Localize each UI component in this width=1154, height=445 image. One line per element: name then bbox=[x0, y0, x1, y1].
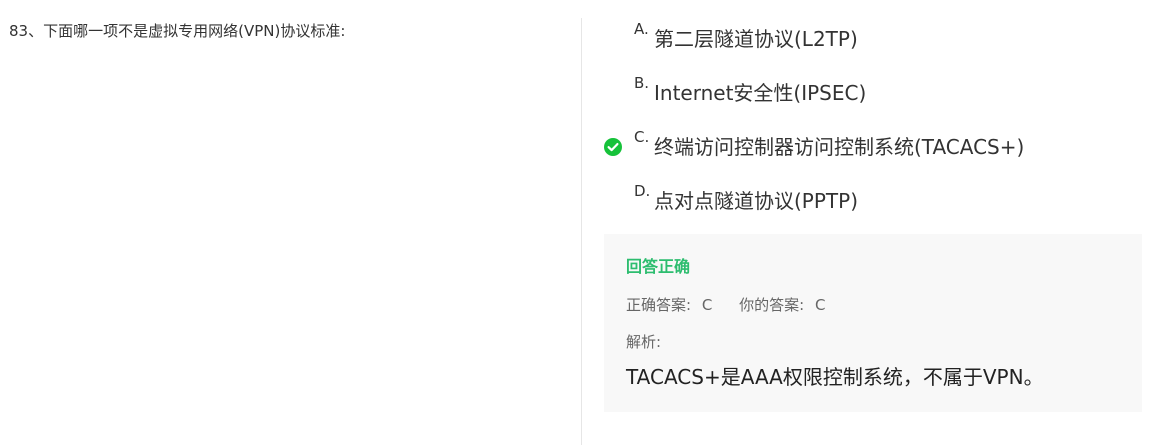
option-b-letter: B. bbox=[634, 74, 650, 92]
option-c[interactable]: C. 终端访问控制器访问控制系统(TACACS+) bbox=[600, 126, 1140, 166]
your-answer-value: C bbox=[814, 296, 826, 314]
result-status: 回答正确 bbox=[626, 257, 691, 276]
your-answer-label: 你的答案: bbox=[739, 296, 805, 314]
option-a-letter: A. bbox=[634, 20, 649, 38]
answer-result-panel: 回答正确 正确答案: C 你的答案: C 解析: TACACS+是AAA权限控制… bbox=[604, 234, 1142, 412]
correct-answer-value: C bbox=[701, 296, 713, 314]
option-d-text: 点对点隧道协议(PPTP) bbox=[654, 189, 859, 213]
analysis-text: TACACS+是AAA权限控制系统，不属于VPN。 bbox=[626, 365, 1044, 389]
pane-divider bbox=[581, 18, 582, 445]
option-d[interactable]: D. 点对点隧道协议(PPTP) bbox=[600, 180, 1140, 220]
option-b[interactable]: B. Internet安全性(IPSEC) bbox=[600, 72, 1140, 112]
option-b-text: Internet安全性(IPSEC) bbox=[654, 81, 867, 105]
check-circle-icon bbox=[604, 138, 622, 156]
analysis-label: 解析: bbox=[626, 333, 662, 351]
answer-summary: 正确答案: C 你的答案: C bbox=[626, 294, 825, 316]
option-a-text: 第二层隧道协议(L2TP) bbox=[654, 27, 858, 51]
question-stem: 83、下面哪一项不是虚拟专用网络(VPN)协议标准: bbox=[9, 22, 346, 40]
option-d-letter: D. bbox=[634, 182, 651, 200]
correct-answer-label: 正确答案: bbox=[626, 296, 692, 314]
option-a[interactable]: A. 第二层隧道协议(L2TP) bbox=[600, 18, 1140, 58]
quiz-page: 83、下面哪一项不是虚拟专用网络(VPN)协议标准: A. 第二层隧道协议(L2… bbox=[0, 0, 1154, 445]
option-c-letter: C. bbox=[634, 128, 650, 146]
option-c-text: 终端访问控制器访问控制系统(TACACS+) bbox=[654, 135, 1025, 159]
question-pane: 83、下面哪一项不是虚拟专用网络(VPN)协议标准: bbox=[0, 0, 581, 445]
